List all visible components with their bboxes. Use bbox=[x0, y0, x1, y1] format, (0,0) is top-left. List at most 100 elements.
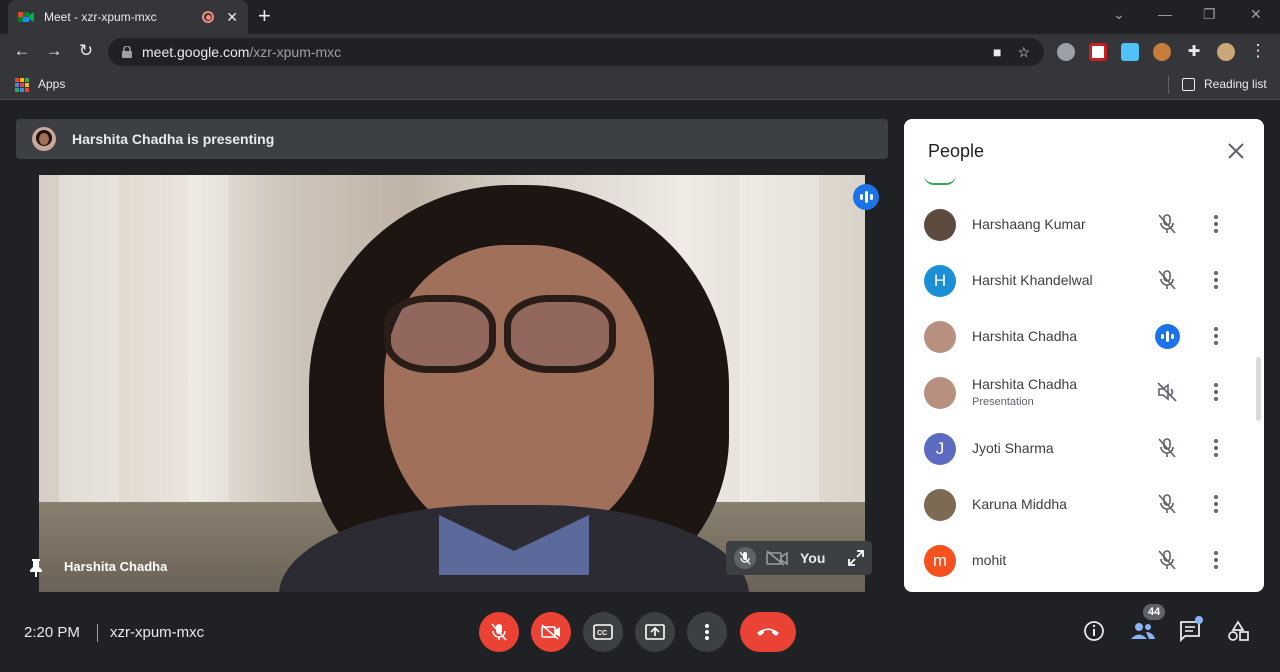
close-icon[interactable] bbox=[1226, 141, 1246, 161]
participant-count-badge: 44 bbox=[1143, 604, 1166, 620]
camera-toggle-button[interactable] bbox=[531, 612, 571, 652]
participant-subtitle: Presentation bbox=[972, 396, 1034, 408]
present-screen-icon bbox=[645, 624, 665, 640]
apps-grid-icon[interactable] bbox=[15, 78, 29, 92]
activities-icon[interactable] bbox=[1227, 620, 1249, 642]
hang-up-icon bbox=[757, 628, 779, 636]
closed-captions-icon: CC bbox=[593, 624, 613, 640]
meeting-code: xzr-xpum-mxc bbox=[110, 624, 205, 641]
tab-search-icon[interactable]: ⌄ bbox=[1113, 6, 1125, 23]
participant-avatar bbox=[924, 321, 956, 353]
meeting-time: 2:20 PM bbox=[24, 624, 80, 641]
participant-avatar: H bbox=[924, 265, 956, 297]
extension-icon[interactable] bbox=[1121, 43, 1139, 61]
captions-button[interactable]: CC bbox=[583, 612, 623, 652]
mic-off-icon[interactable] bbox=[1156, 549, 1178, 571]
presenter-avatar bbox=[32, 127, 56, 151]
browser-tab-bar: Meet - xzr-xpum-mxc ✕ + ⌄ — ❐ ✕ bbox=[0, 0, 1280, 34]
participant-name: mohit bbox=[972, 552, 1007, 568]
more-options-icon[interactable] bbox=[1208, 493, 1224, 515]
people-icon[interactable] bbox=[1130, 620, 1156, 642]
participant-avatar: m bbox=[924, 545, 956, 577]
main-video[interactable] bbox=[39, 175, 865, 592]
camera-permission-icon[interactable]: ■ bbox=[993, 44, 1001, 60]
restore-button[interactable]: ❐ bbox=[1203, 6, 1216, 23]
tab-close-icon[interactable]: ✕ bbox=[226, 9, 238, 26]
participant-name: Harshaang Kumar bbox=[972, 216, 1086, 232]
browser-menu-icon[interactable]: ⋮ bbox=[1247, 41, 1269, 61]
more-options-icon[interactable] bbox=[1208, 213, 1224, 235]
more-options-button[interactable] bbox=[687, 612, 727, 652]
participant-avatar bbox=[924, 209, 956, 241]
more-options-icon[interactable] bbox=[1208, 549, 1224, 571]
microphone-toggle-button[interactable] bbox=[479, 612, 519, 652]
participant-row[interactable]: Harshita Chadha Presentation bbox=[904, 365, 1264, 421]
self-camera-off-icon bbox=[766, 550, 788, 566]
bookmarks-bar: Apps Reading list bbox=[0, 70, 1280, 100]
apps-bookmark[interactable]: Apps bbox=[38, 77, 65, 91]
more-options-icon[interactable] bbox=[1208, 269, 1224, 291]
divider bbox=[97, 624, 98, 642]
cookie-extension-icon[interactable] bbox=[1153, 43, 1171, 61]
participant-name: Harshita Chadha bbox=[972, 376, 1078, 392]
bookmark-star-icon[interactable]: ☆ bbox=[1017, 44, 1030, 61]
scrollbar[interactable] bbox=[1256, 357, 1261, 421]
mic-off-icon[interactable] bbox=[1156, 269, 1178, 291]
participant-name: Harshita Chadha bbox=[972, 328, 1078, 344]
back-button[interactable]: ← bbox=[11, 41, 33, 61]
self-view-tile[interactable]: You bbox=[726, 541, 872, 575]
extension-icon[interactable] bbox=[1057, 43, 1075, 61]
participant-row[interactable]: Harshaang Kumar bbox=[904, 197, 1264, 253]
mic-off-icon[interactable] bbox=[1156, 213, 1178, 235]
divider bbox=[1168, 76, 1169, 94]
meet-favicon-icon bbox=[18, 9, 34, 25]
reading-list-icon[interactable] bbox=[1182, 78, 1195, 91]
mic-off-icon[interactable] bbox=[1156, 437, 1178, 459]
minimize-button[interactable]: — bbox=[1158, 6, 1172, 22]
people-panel-title: People bbox=[928, 141, 985, 161]
more-options-icon[interactable] bbox=[1208, 437, 1224, 459]
address-bar[interactable]: meet.google.com/xzr-xpum-mxc ■ ☆ bbox=[108, 38, 1044, 66]
presenting-banner: Harshita Chadha is presenting bbox=[16, 119, 888, 159]
tab-title: Meet - xzr-xpum-mxc bbox=[44, 10, 157, 24]
participant-row[interactable]: H Harshit Khandelwal bbox=[904, 253, 1264, 309]
speaking-indicator-icon bbox=[1155, 324, 1180, 349]
participant-row[interactable]: Harshita Chadha bbox=[904, 309, 1264, 365]
more-options-icon[interactable] bbox=[1208, 381, 1224, 403]
meeting-details-info-icon[interactable] bbox=[1083, 620, 1105, 642]
url-host: meet.google.com bbox=[142, 44, 250, 60]
meeting-controls-bar: 2:20 PM xzr-xpum-mxc CC 44 bbox=[0, 592, 1280, 672]
speaking-indicator-icon bbox=[853, 184, 879, 210]
leave-call-button[interactable] bbox=[740, 612, 796, 652]
presenting-text: Harshita Chadha is presenting bbox=[72, 131, 275, 147]
profile-avatar[interactable] bbox=[1217, 43, 1235, 61]
browser-tab[interactable]: Meet - xzr-xpum-mxc ✕ bbox=[8, 0, 248, 34]
participant-face bbox=[384, 245, 654, 545]
participant-avatar: J bbox=[924, 433, 956, 465]
self-tile-label: You bbox=[800, 550, 826, 566]
extension-icon[interactable] bbox=[1089, 43, 1107, 61]
present-now-button[interactable] bbox=[635, 612, 675, 652]
main-video-name: Harshita Chadha bbox=[64, 559, 168, 574]
participant-row[interactable]: J Jyoti Sharma bbox=[904, 421, 1264, 477]
participant-avatar bbox=[924, 377, 956, 409]
participant-row[interactable]: Karuna Middha bbox=[904, 477, 1264, 533]
expand-icon[interactable] bbox=[848, 550, 864, 566]
mic-off-icon[interactable] bbox=[1156, 493, 1178, 515]
lock-icon bbox=[122, 46, 132, 58]
pin-icon[interactable] bbox=[28, 558, 44, 578]
more-options-icon[interactable] bbox=[1208, 325, 1224, 347]
speaker-off-icon[interactable] bbox=[1156, 381, 1178, 403]
reload-button[interactable]: ↻ bbox=[75, 41, 97, 61]
partial-avatar bbox=[924, 175, 956, 185]
reading-list-button[interactable]: Reading list bbox=[1204, 77, 1267, 91]
participant-name: Jyoti Sharma bbox=[972, 440, 1054, 456]
participant-row[interactable]: m mohit bbox=[904, 533, 1264, 589]
glasses-left bbox=[384, 295, 496, 373]
new-tab-button[interactable]: + bbox=[258, 5, 271, 27]
meet-main: Harshita Chadha is presenting Harshita C… bbox=[0, 101, 1280, 672]
window-close-button[interactable]: ✕ bbox=[1250, 6, 1262, 23]
forward-button[interactable]: → bbox=[43, 41, 65, 61]
camera-off-icon bbox=[541, 624, 560, 640]
extensions-puzzle-icon[interactable]: ✚ bbox=[1185, 43, 1203, 61]
